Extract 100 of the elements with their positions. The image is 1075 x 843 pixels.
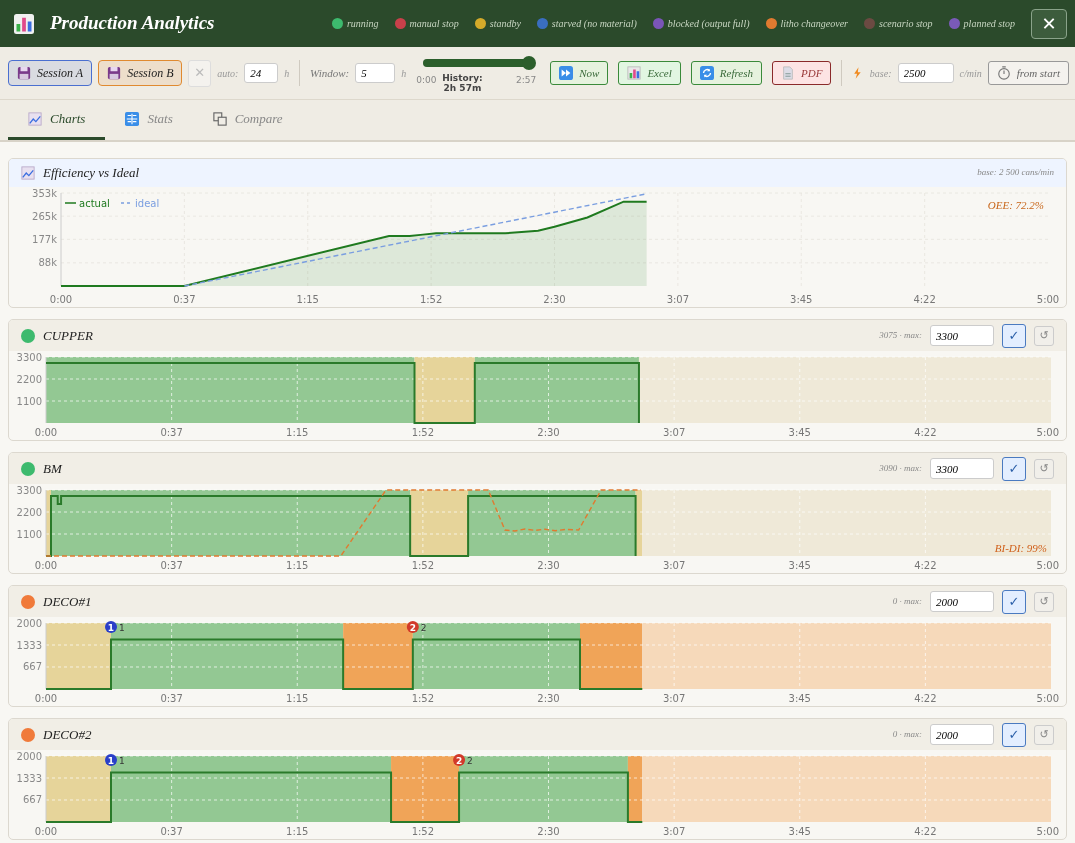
session-button[interactable]: Session B — [98, 60, 183, 86]
speed-reading: 3075 · max: — [879, 328, 922, 342]
axis-label: 1:52 — [411, 427, 435, 438]
from-start-button[interactable]: from start — [987, 61, 1069, 85]
apply-button[interactable]: ✓ — [1002, 456, 1026, 481]
input-field[interactable]: 24 — [244, 63, 279, 83]
axis-label: 0:00 — [34, 560, 58, 571]
axis-label: 3300 — [16, 484, 42, 496]
action-button[interactable]: Excel — [618, 61, 681, 85]
tab[interactable]: Stats — [105, 100, 193, 140]
axis-label: 2:30 — [537, 693, 560, 704]
event-pin: 2 — [453, 754, 466, 766]
axis-label: 5:00 — [1036, 560, 1059, 571]
axis-label: 1:52 — [419, 294, 443, 305]
axis-label: 3:45 — [790, 294, 813, 305]
axis-label: 2000 — [16, 750, 42, 762]
legend-label: starved (no material) — [551, 17, 637, 31]
axis-label: 1333 — [16, 639, 42, 651]
axis-label: 0:37 — [160, 826, 183, 837]
axis-label: 2:30 — [543, 294, 566, 305]
unit-label: h — [284, 66, 290, 81]
axis-label: 1100 — [16, 395, 42, 407]
axis-label: 4:22 — [913, 294, 936, 305]
grid-icon — [125, 111, 140, 126]
input-field[interactable]: 5 — [355, 63, 396, 83]
app-title: Production Analytics — [50, 11, 215, 36]
line-chart-icon — [21, 166, 35, 180]
axis-label: 0:37 — [160, 693, 183, 704]
max-input[interactable]: 2000 — [930, 591, 994, 612]
axis-label: 4:22 — [914, 427, 937, 438]
axis-label: 3:07 — [662, 693, 686, 704]
reset-button[interactable]: ↺ — [1034, 458, 1054, 479]
slider-handle[interactable] — [522, 56, 537, 71]
axis-label: 5:00 — [1036, 826, 1059, 837]
axis-label: 1:52 — [411, 826, 435, 837]
session-button[interactable]: Session A — [8, 60, 93, 86]
pin-label: 1 — [119, 756, 125, 766]
tab[interactable]: Charts — [8, 100, 106, 140]
field-label: base: — [869, 66, 892, 81]
legend-label: blocked (output full) — [667, 17, 750, 31]
reset-button[interactable]: ↺ — [1034, 325, 1054, 346]
axis-label: 667 — [22, 794, 42, 806]
line-chart-icon — [28, 111, 42, 126]
time-label: 2:57 — [516, 74, 537, 88]
fast-forward-icon — [559, 66, 574, 80]
axis-label: 3:07 — [662, 427, 686, 438]
refresh-icon — [699, 66, 714, 80]
machine-name: DECO#2 — [43, 725, 92, 744]
axis-label: 3:45 — [788, 693, 811, 704]
axis-label: 4:22 — [914, 826, 937, 837]
reset-button[interactable]: ↺ — [1034, 591, 1054, 612]
axis-label: 0:00 — [34, 427, 58, 438]
axis-label: 5:00 — [1036, 693, 1059, 704]
legend-label: manual stop — [409, 17, 459, 31]
speed-reading: 0 · max: — [892, 594, 922, 608]
axis-label: 667 — [22, 661, 42, 673]
axis-label: 5:00 — [1036, 427, 1059, 438]
max-input[interactable]: 3300 — [930, 458, 994, 479]
tab[interactable]: Compare — [192, 100, 303, 140]
axis-label: 0:37 — [173, 294, 196, 305]
apply-button[interactable]: ✓ — [1002, 323, 1026, 348]
machine-name: BM — [43, 459, 62, 478]
reset-button[interactable]: ↺ — [1034, 724, 1054, 745]
input-field[interactable]: 2500 — [897, 63, 954, 83]
axis-label: 3:07 — [662, 826, 686, 837]
event-pin: 2 — [406, 621, 419, 633]
axis-label: 1:15 — [286, 427, 309, 438]
max-input[interactable]: 2000 — [930, 724, 994, 745]
legend-item: ideal — [120, 198, 160, 209]
axis-label: 3:07 — [662, 560, 686, 571]
axis-label: 2200 — [16, 373, 42, 385]
axis-label: 0:37 — [160, 560, 183, 571]
axis-label: 4:22 — [914, 693, 937, 704]
event-pin: 1 — [105, 621, 117, 633]
action-button[interactable]: Now — [550, 61, 609, 85]
time-label: 0:00 — [416, 74, 437, 88]
action-button[interactable]: PDF — [772, 61, 832, 85]
legend-label: running — [346, 17, 379, 31]
axis-label: 0:00 — [34, 826, 58, 837]
legend-label: ideal — [135, 198, 160, 209]
axis-label: 3:45 — [788, 427, 811, 438]
stopwatch-icon — [996, 66, 1011, 80]
machine-name: CUPPER — [43, 326, 93, 345]
axis-label: 0:00 — [49, 294, 73, 305]
close-button[interactable]: ✕ — [1031, 8, 1067, 39]
axis-label: 3300 — [16, 351, 42, 363]
axis-label: 1:15 — [286, 693, 309, 704]
apply-button[interactable]: ✓ — [1002, 589, 1026, 614]
axis-label: 2000 — [16, 617, 42, 629]
axis-label: 1:15 — [296, 294, 319, 305]
axis-label: 2:30 — [537, 560, 560, 571]
axis-label: 353k — [32, 187, 57, 199]
action-button[interactable]: Refresh — [690, 61, 763, 85]
axis-label: 1333 — [16, 772, 42, 784]
oee-label: OEE: 72.2% — [987, 199, 1044, 211]
apply-button[interactable]: ✓ — [1002, 722, 1026, 747]
machine-name: DECO#1 — [43, 592, 92, 611]
max-input[interactable]: 3300 — [930, 325, 994, 346]
axis-label: 2200 — [16, 506, 42, 518]
axis-label: 3:07 — [666, 294, 690, 305]
